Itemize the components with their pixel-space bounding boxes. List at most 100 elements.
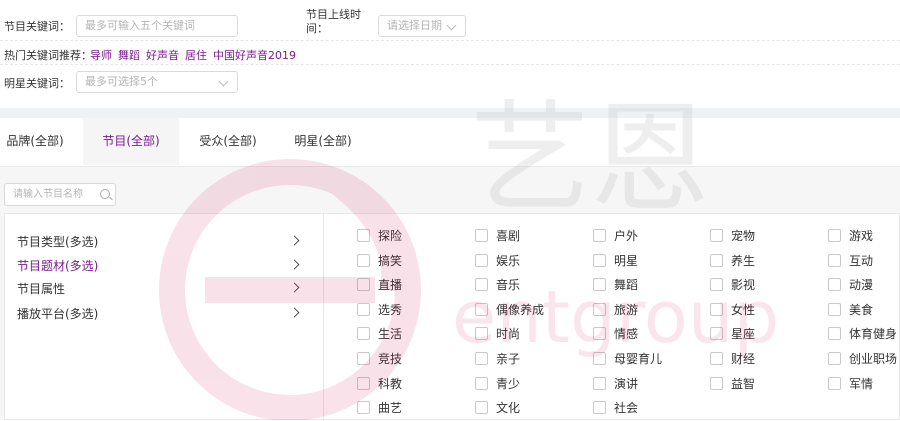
tab-program[interactable]: 节目(全部)	[83, 118, 179, 165]
date-picker[interactable]: 请选择日期	[378, 15, 466, 37]
option-label: 舞蹈	[614, 278, 639, 293]
option-checkbox[interactable]: 娱乐	[475, 252, 520, 270]
option-checkbox[interactable]: 影视	[710, 276, 755, 294]
option-checkbox[interactable]: 益智	[710, 375, 755, 393]
option-checkbox[interactable]: 曲艺	[357, 399, 402, 417]
option-label: 青少	[496, 376, 521, 391]
checkbox-icon[interactable]	[357, 278, 370, 292]
checkbox-icon[interactable]	[593, 327, 606, 341]
hot-keyword[interactable]: 中国好声音2019	[213, 49, 296, 62]
checkbox-icon[interactable]	[710, 302, 723, 316]
search-icon[interactable]	[100, 189, 110, 199]
tab-brand[interactable]: 品牌(全部)	[0, 118, 70, 165]
checkbox-icon[interactable]	[357, 376, 370, 390]
checkbox-icon[interactable]	[710, 327, 723, 341]
checkbox-icon[interactable]	[475, 376, 488, 390]
checkbox-icon[interactable]	[828, 352, 841, 365]
program-search-input[interactable]: 请输入节目名称	[4, 183, 116, 206]
option-checkbox[interactable]: 军情	[828, 375, 873, 393]
checkbox-icon[interactable]	[475, 229, 488, 242]
option-checkbox[interactable]: 演讲	[593, 375, 638, 393]
checkbox-icon[interactable]	[593, 253, 606, 267]
tab-bar: 品牌(全部) 节目(全部) 受众(全部) 明星(全部)	[0, 118, 900, 167]
side-item-attribute[interactable]: 节目属性	[17, 280, 65, 297]
checkbox-icon[interactable]	[828, 278, 841, 292]
checkbox-icon[interactable]	[593, 229, 606, 242]
checkbox-icon[interactable]	[357, 401, 370, 415]
option-checkbox[interactable]: 青少	[475, 375, 520, 393]
side-item-platform[interactable]: 播放平台(多选)	[17, 305, 98, 322]
option-checkbox[interactable]: 女性	[710, 301, 755, 319]
option-label: 游戏	[849, 229, 874, 243]
checkbox-icon[interactable]	[357, 253, 370, 267]
checkbox-icon[interactable]	[357, 352, 370, 365]
checkbox-icon[interactable]	[710, 253, 723, 267]
checkbox-icon[interactable]	[357, 302, 370, 316]
option-checkbox[interactable]: 探险	[357, 227, 402, 245]
option-checkbox[interactable]: 偶像养成	[475, 301, 544, 319]
side-item-type[interactable]: 节目类型(多选)	[17, 233, 98, 250]
checkbox-icon[interactable]	[475, 401, 488, 415]
option-checkbox[interactable]: 选秀	[357, 301, 402, 319]
option-checkbox[interactable]: 情感	[593, 325, 638, 343]
star-keyword-label: 明星关键词：	[4, 77, 70, 90]
option-checkbox[interactable]: 财经	[710, 350, 755, 368]
option-checkbox[interactable]: 喜剧	[475, 227, 520, 245]
option-checkbox[interactable]: 明星	[593, 252, 638, 270]
checkbox-icon[interactable]	[475, 253, 488, 267]
option-checkbox[interactable]: 户外	[593, 227, 638, 245]
option-label: 体育健身	[849, 327, 898, 342]
option-checkbox[interactable]: 宠物	[710, 227, 755, 245]
option-checkbox[interactable]: 游戏	[828, 227, 873, 245]
option-checkbox[interactable]: 星座	[710, 325, 755, 343]
checkbox-icon[interactable]	[357, 229, 370, 242]
option-checkbox[interactable]: 体育健身	[828, 325, 897, 343]
checkbox-icon[interactable]	[475, 302, 488, 316]
checkbox-icon[interactable]	[475, 278, 488, 292]
option-checkbox[interactable]: 创业职场	[828, 350, 897, 368]
checkbox-icon[interactable]	[710, 352, 723, 365]
option-checkbox[interactable]: 亲子	[475, 350, 520, 368]
checkbox-icon[interactable]	[710, 229, 723, 242]
checkbox-icon[interactable]	[828, 302, 841, 316]
option-checkbox[interactable]: 搞笑	[357, 252, 402, 270]
option-checkbox[interactable]: 动漫	[828, 276, 873, 294]
option-checkbox[interactable]: 竞技	[357, 350, 402, 368]
hot-keyword[interactable]: 居住	[185, 49, 207, 62]
option-checkbox[interactable]: 社会	[593, 399, 638, 417]
hot-keyword[interactable]: 好声音	[146, 49, 179, 62]
keyword-input[interactable]: 最多可输入五个关键词	[76, 15, 238, 37]
checkbox-icon[interactable]	[710, 376, 723, 390]
checkbox-icon[interactable]	[593, 352, 606, 365]
hot-keyword[interactable]: 舞蹈	[118, 49, 140, 62]
checkbox-icon[interactable]	[828, 327, 841, 341]
star-select[interactable]: 最多可选择5个	[76, 71, 238, 93]
option-checkbox[interactable]: 生活	[357, 325, 402, 343]
checkbox-icon[interactable]	[593, 302, 606, 316]
checkbox-icon[interactable]	[828, 376, 841, 390]
option-checkbox[interactable]: 音乐	[475, 276, 520, 294]
checkbox-icon[interactable]	[593, 401, 606, 415]
option-checkbox[interactable]: 旅游	[593, 301, 638, 319]
option-checkbox[interactable]: 直播	[357, 276, 402, 294]
option-checkbox[interactable]: 母婴育儿	[593, 350, 662, 368]
side-item-theme[interactable]: 节目题材(多选)	[17, 257, 98, 274]
checkbox-icon[interactable]	[710, 278, 723, 292]
option-checkbox[interactable]: 养生	[710, 252, 755, 270]
tab-star[interactable]: 明星(全部)	[275, 118, 371, 165]
option-checkbox[interactable]: 科教	[357, 375, 402, 393]
checkbox-icon[interactable]	[593, 278, 606, 292]
checkbox-icon[interactable]	[828, 229, 841, 242]
option-checkbox[interactable]: 文化	[475, 399, 520, 417]
checkbox-icon[interactable]	[475, 327, 488, 341]
option-checkbox[interactable]: 时尚	[475, 325, 520, 343]
checkbox-icon[interactable]	[357, 327, 370, 341]
hot-keyword[interactable]: 导师	[90, 49, 112, 62]
option-checkbox[interactable]: 美食	[828, 301, 873, 319]
option-checkbox[interactable]: 舞蹈	[593, 276, 638, 294]
checkbox-icon[interactable]	[475, 352, 488, 365]
option-checkbox[interactable]: 互动	[828, 252, 873, 270]
checkbox-icon[interactable]	[593, 376, 606, 390]
checkbox-icon[interactable]	[828, 253, 841, 267]
tab-audience[interactable]: 受众(全部)	[180, 118, 276, 165]
